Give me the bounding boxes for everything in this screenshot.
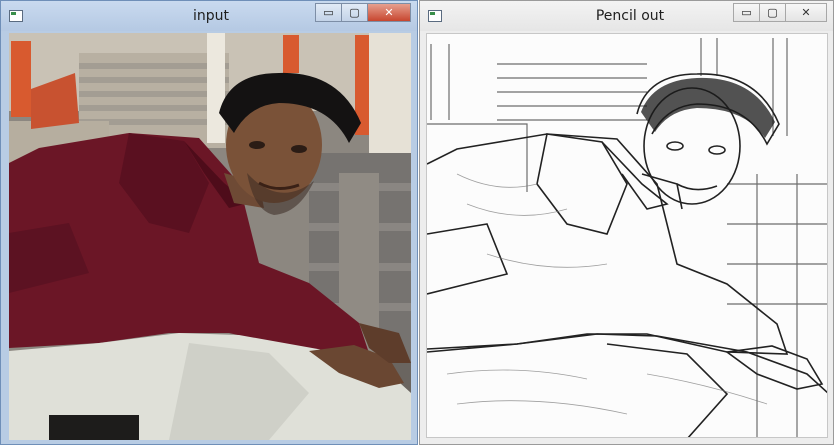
app-icon	[428, 10, 442, 22]
minimize-icon: ▭	[741, 6, 752, 19]
pencil-titlebar[interactable]: Pencil out ▭ ▢ ✕	[420, 1, 833, 31]
minimize-button[interactable]: ▭	[733, 3, 760, 22]
window-controls: ▭ ▢ ✕	[315, 3, 411, 24]
close-icon: ✕	[801, 6, 811, 19]
minimize-button[interactable]: ▭	[315, 3, 342, 22]
maximize-button[interactable]: ▢	[759, 3, 786, 22]
input-titlebar[interactable]: input ▭ ▢ ✕	[1, 1, 417, 31]
input-image	[9, 33, 411, 440]
close-button[interactable]: ✕	[367, 3, 411, 22]
close-button[interactable]: ✕	[785, 3, 827, 22]
pencil-image	[426, 33, 828, 438]
maximize-icon: ▢	[349, 6, 360, 19]
app-icon	[9, 10, 23, 22]
maximize-button[interactable]: ▢	[341, 3, 368, 22]
input-window[interactable]: input ▭ ▢ ✕	[0, 0, 418, 445]
pencil-window[interactable]: Pencil out ▭ ▢ ✕	[419, 0, 834, 445]
close-icon: ✕	[384, 6, 394, 19]
window-controls: ▭ ▢ ✕	[733, 3, 827, 24]
window-title: Pencil out	[595, 8, 665, 24]
pencil-sketch	[427, 34, 827, 437]
window-title: input	[192, 8, 229, 24]
input-photo	[9, 33, 411, 440]
minimize-icon: ▭	[323, 6, 334, 19]
maximize-icon: ▢	[767, 6, 778, 19]
